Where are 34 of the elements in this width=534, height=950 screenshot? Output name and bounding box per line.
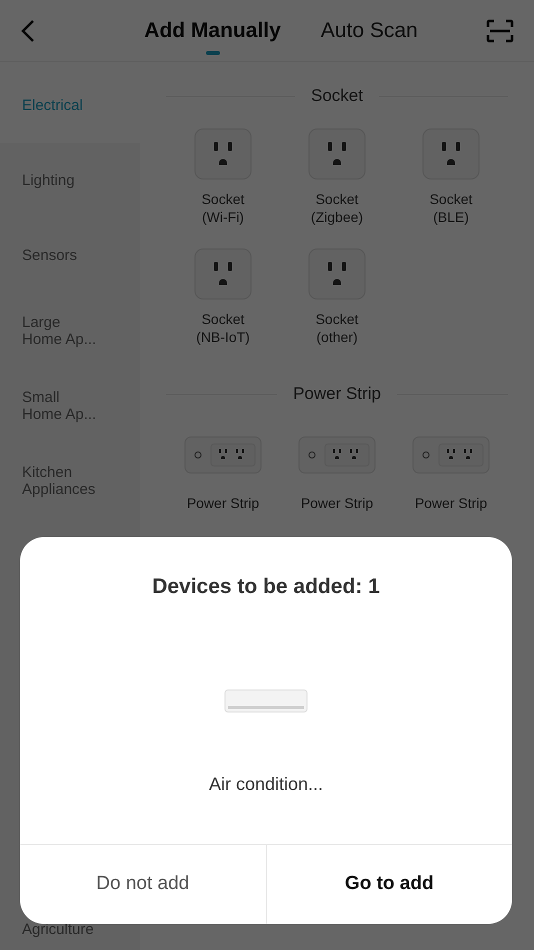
device-label[interactable]: Socket (Wi-Fi) (202, 190, 244, 240)
section-title: Socket (311, 85, 363, 108)
back-icon[interactable] (20, 18, 36, 42)
socket-icon (308, 248, 366, 300)
confirm-button[interactable]: Go to add (266, 845, 512, 924)
device-label[interactable]: Socket (Zigbee) (310, 190, 364, 240)
category-item[interactable]: Lighting (0, 143, 140, 218)
category-item[interactable]: Kitchen Appliances (0, 443, 140, 518)
socket-icon (194, 248, 252, 300)
device-label[interactable]: Power Strip (186, 494, 260, 512)
cancel-button[interactable]: Do not add (20, 845, 266, 924)
socket-icon (422, 128, 480, 180)
socket-icon (308, 128, 366, 180)
category-item[interactable]: Electrical (0, 68, 140, 143)
device-label[interactable]: Power Strip (300, 494, 374, 512)
dialog-title: Devices to be added: 1 (151, 574, 381, 600)
power-strip-icon (184, 436, 262, 474)
device-label[interactable]: Power Strip (414, 494, 488, 512)
category-item[interactable]: Sensors (0, 218, 140, 293)
tab-indicator (206, 50, 220, 54)
device-label[interactable]: Socket (BLE) (430, 190, 472, 240)
air-conditioner-icon (224, 688, 308, 714)
power-strip-icon (298, 436, 376, 474)
category-item[interactable]: Small Home Ap... (0, 368, 140, 443)
section-title: Power Strip (293, 383, 381, 406)
power-strip-icon (412, 436, 490, 474)
device-name: Air condition... (208, 772, 324, 796)
scan-icon[interactable] (486, 18, 514, 42)
device-label[interactable]: Socket (NB-IoT) (196, 310, 250, 360)
device-label[interactable]: Socket (other) (316, 310, 358, 360)
tab[interactable]: Add Manually (144, 10, 281, 50)
category-item[interactable]: Large Home Ap... (0, 293, 140, 368)
socket-icon (194, 128, 252, 180)
tab[interactable]: Auto Scan (320, 10, 418, 50)
